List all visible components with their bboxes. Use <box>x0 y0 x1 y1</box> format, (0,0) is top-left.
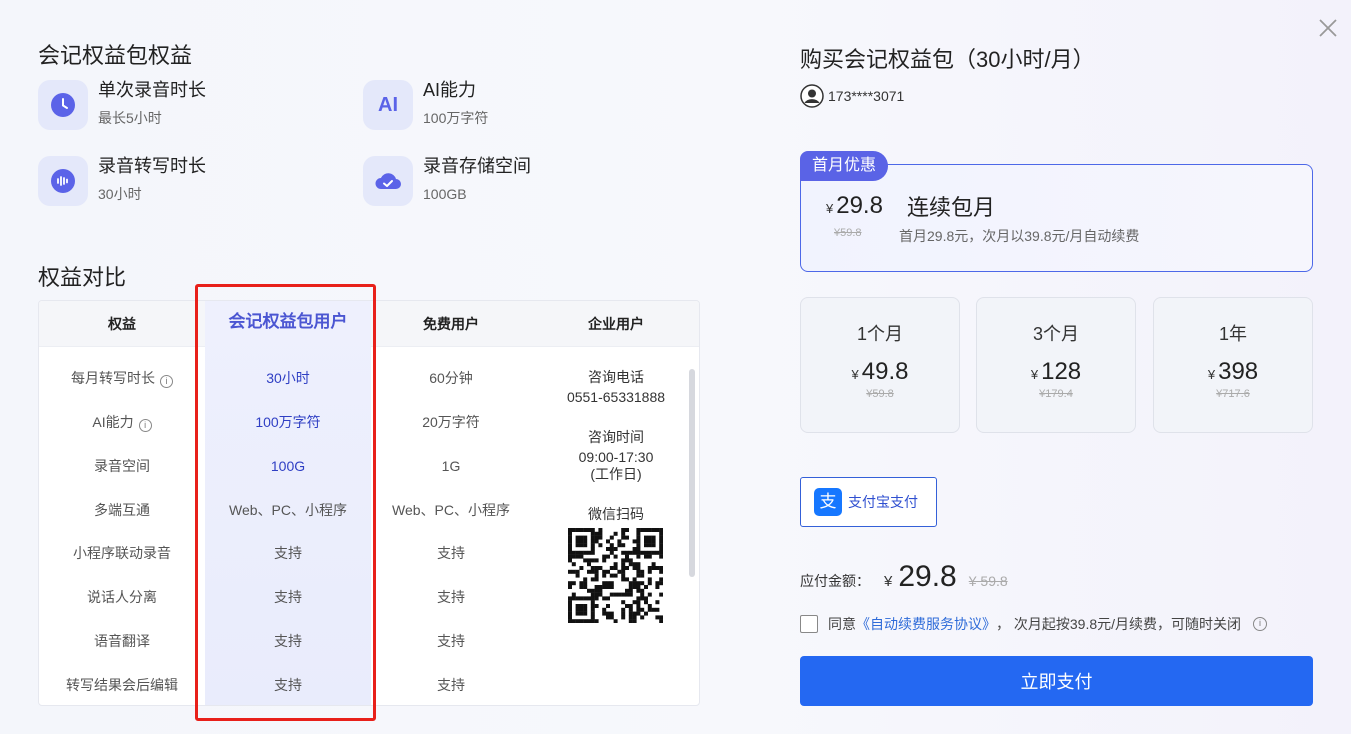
featured-original-price: ¥59.8 <box>834 227 862 239</box>
first-month-discount-badge: 首月优惠 <box>800 151 889 181</box>
amount-original: ¥ 59.8 <box>968 573 1008 589</box>
ai-icon: AI <box>363 80 413 130</box>
enterprise-phone-label: 咨询电话 <box>588 369 644 385</box>
row-free-value: 支持 <box>437 677 465 693</box>
row-name: 每月转写时长 i <box>39 368 205 388</box>
plan-original-price: ¥59.8 <box>866 388 894 400</box>
benefit-title: 录音转写时长 <box>98 156 206 176</box>
compare-table: 权益 会记权益包用户 免费用户 企业用户 每月转写时长 i 30小时 60分钟 A… <box>38 300 700 706</box>
alipay-payment-option[interactable]: 支 支付宝支付 <box>800 477 937 527</box>
benefit-desc: 最长5小时 <box>98 110 162 126</box>
plan-price: ¥49.8 <box>851 358 909 385</box>
row-package-value: 支持 <box>274 545 302 561</box>
row-name: 转写结果会后编辑 <box>66 677 178 693</box>
plan-3-months[interactable]: 3个月 ¥128 ¥179.4 <box>976 297 1136 433</box>
row-name: 多端互通 <box>94 502 150 518</box>
plan-original-price: ¥717.6 <box>1216 388 1250 400</box>
plan-1-year[interactable]: 1年 ¥398 ¥717.6 <box>1153 297 1313 433</box>
row-free-value: 1G <box>441 458 461 474</box>
info-icon[interactable]: i <box>138 419 152 432</box>
close-icon <box>1319 19 1337 37</box>
row-free-value: 20万字符 <box>422 414 480 430</box>
row-package-value: 100万字符 <box>255 414 321 430</box>
row-free-value: 60分钟 <box>429 370 473 386</box>
benefit-item: 单次录音时长 最长5小时 <box>38 80 206 130</box>
plan-price: ¥128 <box>1030 358 1082 385</box>
table-scrollbar[interactable] <box>689 369 695 577</box>
pay-now-button[interactable]: 立即支付 <box>800 656 1313 706</box>
amount-value: 29.8 <box>898 560 957 593</box>
benefit-item: 录音转写时长 30小时 <box>38 156 206 206</box>
user-info: 173****3071 <box>800 84 904 108</box>
wechat-qr-code <box>568 528 664 624</box>
plan-name: 1个月 <box>856 324 903 344</box>
benefit-title: 单次录音时长 <box>98 80 206 100</box>
row-package-value: 支持 <box>274 677 302 693</box>
auto-renew-agreement-link[interactable]: 《自动续费服务协议》 <box>856 614 996 634</box>
enterprise-phone: 0551-65331888 <box>566 389 666 405</box>
benefit-desc: 100万字符 <box>423 110 489 126</box>
row-package-value: 100G <box>270 458 306 474</box>
row-name: 语音翻译 <box>94 633 150 649</box>
benefit-title: 录音存储空间 <box>423 156 531 176</box>
featured-price: ¥ 29.8 <box>826 192 883 219</box>
header-free-user: 免费用户 <box>423 316 479 332</box>
alipay-label: 支付宝支付 <box>848 494 918 510</box>
close-button[interactable] <box>1314 14 1342 42</box>
alipay-icon: 支 <box>814 488 842 516</box>
plan-name: 1年 <box>1218 324 1247 344</box>
row-free-value: 支持 <box>437 633 465 649</box>
enterprise-time-label: 咨询时间 <box>588 429 644 445</box>
user-avatar-icon <box>800 84 824 108</box>
plan-name: 3个月 <box>1032 324 1079 344</box>
row-name: AI能力 i <box>39 412 205 432</box>
info-icon[interactable]: i <box>160 375 173 388</box>
benefit-desc: 30小时 <box>98 186 142 202</box>
compare-title: 权益对比 <box>38 265 127 290</box>
featured-plan-desc: 首月29.8元，次月以39.8元/月自动续费 <box>899 228 1140 244</box>
benefit-item: 录音存储空间 100GB <box>363 156 531 206</box>
benefit-title: AI能力 <box>423 80 477 100</box>
row-package-value: 支持 <box>274 589 302 605</box>
benefit-desc: 100GB <box>423 186 467 202</box>
purchase-title: 购买会记权益包（30小时/月） <box>800 47 1095 72</box>
row-name: 说话人分离 <box>87 589 157 605</box>
featured-plan-name: 连续包月 <box>907 195 996 220</box>
row-package-value: 支持 <box>274 633 302 649</box>
row-free-value: 支持 <box>437 589 465 605</box>
header-package-user: 会记权益包用户 <box>228 312 348 331</box>
info-icon[interactable]: i <box>1253 617 1268 631</box>
row-free-value: 支持 <box>437 545 465 561</box>
row-name: 小程序联动录音 <box>73 545 171 561</box>
benefit-item: AI AI能力 100万字符 <box>363 80 488 130</box>
clock-icon <box>38 80 88 130</box>
header-enterprise-user: 企业用户 <box>588 316 644 332</box>
enterprise-time-note: (工作日) <box>590 466 642 482</box>
payment-amount: 应付金额： ¥ 29.8 ¥ 59.8 <box>800 560 1008 593</box>
header-benefit: 权益 <box>108 316 136 332</box>
plan-original-price: ¥179.4 <box>1039 388 1073 400</box>
user-phone: 173****3071 <box>828 88 905 104</box>
row-name: 录音空间 <box>94 458 150 474</box>
waveform-icon <box>38 156 88 206</box>
row-package-value: Web、PC、小程序 <box>229 502 347 518</box>
wechat-scan-label: 微信扫码 <box>588 506 644 522</box>
agree-checkbox[interactable] <box>800 615 818 633</box>
plan-price: ¥398 <box>1207 358 1259 385</box>
agreement-row: 同意 《自动续费服务协议》 ， 次月起按39.8元/月续费，可随时关闭 i <box>800 614 1268 634</box>
cloud-check-icon <box>363 156 413 206</box>
plan-1-month[interactable]: 1个月 ¥49.8 ¥59.8 <box>800 297 960 433</box>
row-free-value: Web、PC、小程序 <box>392 502 510 518</box>
benefits-title: 会记权益包权益 <box>38 43 193 68</box>
row-package-value: 30小时 <box>266 370 310 386</box>
